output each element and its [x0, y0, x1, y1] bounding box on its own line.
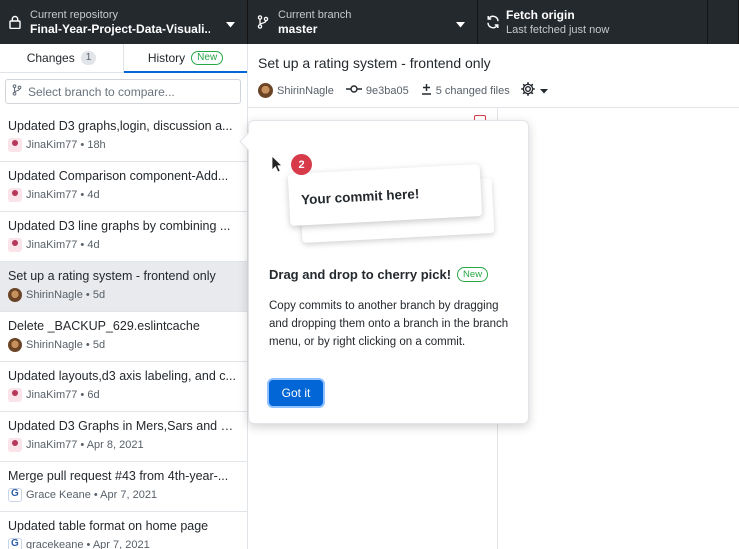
caret-down-icon: [226, 17, 235, 31]
sync-icon: [480, 15, 506, 29]
tab-changes-label: Changes: [26, 51, 75, 65]
commit-meta: ShirinNagle • 5d: [8, 288, 239, 302]
commit-author-date: JinaKim77 • Apr 8, 2021: [26, 439, 144, 451]
avatar: [8, 138, 22, 152]
illustration-card-text: Your commit here!: [300, 185, 420, 207]
avatar: [8, 288, 22, 302]
commit-info-bar: ShirinNagle 9e3ba05 5 changed files: [258, 81, 548, 100]
branch-icon: [248, 15, 278, 29]
commit-author-date: JinaKim77 • 6d: [26, 389, 100, 401]
avatar: [8, 388, 22, 402]
sidebar: Changes 1 History New Updated D3 graphs,…: [0, 44, 248, 549]
commit-meta: ShirinNagle • 5d: [8, 338, 239, 352]
commit-meta: JinaKim77 • Apr 8, 2021: [8, 438, 239, 452]
sidebar-tabs: Changes 1 History New: [0, 44, 247, 73]
repository-name: Final-Year-Project-Data-Visuali...: [30, 21, 210, 36]
commit-sha: 9e3ba05: [365, 84, 409, 97]
app-toolbar: Current repository Final-Year-Project-Da…: [0, 0, 739, 44]
commit-summary: Updated Comparison component-Add...: [8, 169, 229, 183]
lock-icon: [0, 15, 30, 29]
commit-summary: Merge pull request #43 from 4th-year-...: [8, 469, 229, 483]
tab-history-label: History: [147, 51, 186, 65]
commit-author-date: Grace Keane • Apr 7, 2021: [26, 489, 158, 501]
commit-list-item[interactable]: Updated table format on home page graceke…: [0, 512, 247, 549]
commit-title: Set up a rating system - frontend only: [258, 55, 491, 71]
cherry-pick-popover: Your commit here! 2 Drag and drop to che…: [248, 120, 529, 424]
illustration-card: Your commit here!: [287, 164, 483, 226]
commit-meta: JinaKim77 • 4d: [8, 238, 239, 252]
tab-history[interactable]: History New: [124, 44, 247, 73]
tab-changes[interactable]: Changes 1: [0, 44, 124, 72]
cherry-pick-illustration: Your commit here! 2: [249, 121, 530, 261]
caret-down-icon: [539, 85, 548, 97]
commit-sha-button[interactable]: 9e3ba05: [345, 84, 409, 97]
diff-settings-button[interactable]: [520, 81, 548, 100]
commit-meta: gracekeane • Apr 7, 2021: [8, 538, 239, 549]
commit-author-date: ShirinNagle • 5d: [26, 339, 106, 351]
commit-list-item[interactable]: Set up a rating system - frontend only Sh…: [0, 262, 247, 312]
avatar: [8, 188, 22, 202]
caret-down-icon: [456, 17, 465, 31]
branch-compare-filter[interactable]: [5, 79, 241, 104]
step-number-badge: 2: [291, 154, 312, 175]
avatar: [8, 238, 22, 252]
commit-summary: Updated D3 Graphs in Mers,Sars and C...: [8, 419, 239, 433]
repository-label: Current repository: [30, 8, 119, 21]
branch-name: master: [278, 21, 318, 36]
commit-summary: Updated table format on home page: [8, 519, 209, 533]
commit-summary: Updated D3 line graphs by combining ...: [8, 219, 231, 233]
diff-added-icon: [421, 83, 432, 98]
fetch-label: Fetch origin: [506, 7, 575, 22]
avatar: [8, 488, 22, 502]
avatar: [8, 338, 22, 352]
branch-selector[interactable]: Current branch master: [248, 0, 478, 44]
popover-description: Copy commits to another branch by draggi…: [269, 300, 509, 348]
commit-author-date: ShirinNagle • 5d: [26, 289, 106, 301]
commit-meta: Grace Keane • Apr 7, 2021: [8, 488, 239, 502]
fetch-status: Last fetched just now: [506, 23, 610, 36]
branch-icon: [12, 84, 22, 99]
commit-author-date: JinaKim77 • 4d: [26, 239, 100, 251]
commit-summary: Updated layouts,d3 axis labeling, and c.…: [8, 369, 236, 383]
commit-author: ShirinNagle: [277, 84, 334, 97]
changed-files-count: 5 changed files: [435, 84, 510, 97]
toolbar-spacer: [708, 0, 739, 44]
commit-list-item[interactable]: Delete _BACKUP_629.eslintcache ShirinNagl…: [0, 312, 247, 362]
gear-icon: [520, 81, 536, 100]
commit-author-date: JinaKim77 • 18h: [26, 139, 106, 151]
avatar: [8, 438, 22, 452]
popover-heading: Drag and drop to cherry pick! New: [269, 267, 489, 282]
popover-title: Drag and drop to cherry pick!: [269, 267, 452, 282]
branch-label: Current branch: [278, 8, 352, 21]
fetch-origin-button[interactable]: Fetch origin Last fetched just now: [478, 0, 708, 44]
commit-list: Updated D3 graphs,login, discussion a...…: [0, 112, 247, 549]
commit-summary: Set up a rating system - frontend only: [8, 269, 216, 283]
mouse-cursor-icon: [271, 155, 283, 176]
commit-list-item[interactable]: Updated D3 line graphs by combining ... J…: [0, 212, 247, 262]
commit-author-date: gracekeane • Apr 7, 2021: [26, 539, 150, 549]
commit-list-item[interactable]: Updated D3 Graphs in Mers,Sars and C... J…: [0, 412, 247, 462]
changes-count-badge: 1: [80, 51, 97, 65]
got-it-button[interactable]: Got it: [269, 380, 323, 406]
commit-summary: Delete _BACKUP_629.eslintcache: [8, 319, 200, 333]
git-commit-icon: [345, 84, 362, 97]
author-avatar: [258, 83, 273, 98]
branch-compare-input[interactable]: [28, 84, 228, 99]
commit-list-item[interactable]: Updated layouts,d3 axis labeling, and c.…: [0, 362, 247, 412]
repository-selector[interactable]: Current repository Final-Year-Project-Da…: [0, 0, 248, 44]
commit-list-item[interactable]: Updated D3 graphs,login, discussion a...…: [0, 112, 247, 162]
commit-list-item[interactable]: Updated Comparison component-Add... JinaK…: [0, 162, 247, 212]
commit-meta: JinaKim77 • 6d: [8, 388, 239, 402]
commit-meta: JinaKim77 • 4d: [8, 188, 239, 202]
commit-list-item[interactable]: Merge pull request #43 from 4th-year-...…: [0, 462, 247, 512]
commit-summary: Updated D3 graphs,login, discussion a...: [8, 119, 233, 133]
commit-meta: JinaKim77 • 18h: [8, 138, 239, 152]
popover-new-badge: New: [457, 267, 489, 282]
history-new-badge: New: [191, 51, 224, 65]
avatar: [8, 538, 22, 549]
commit-author-date: JinaKim77 • 4d: [26, 189, 100, 201]
